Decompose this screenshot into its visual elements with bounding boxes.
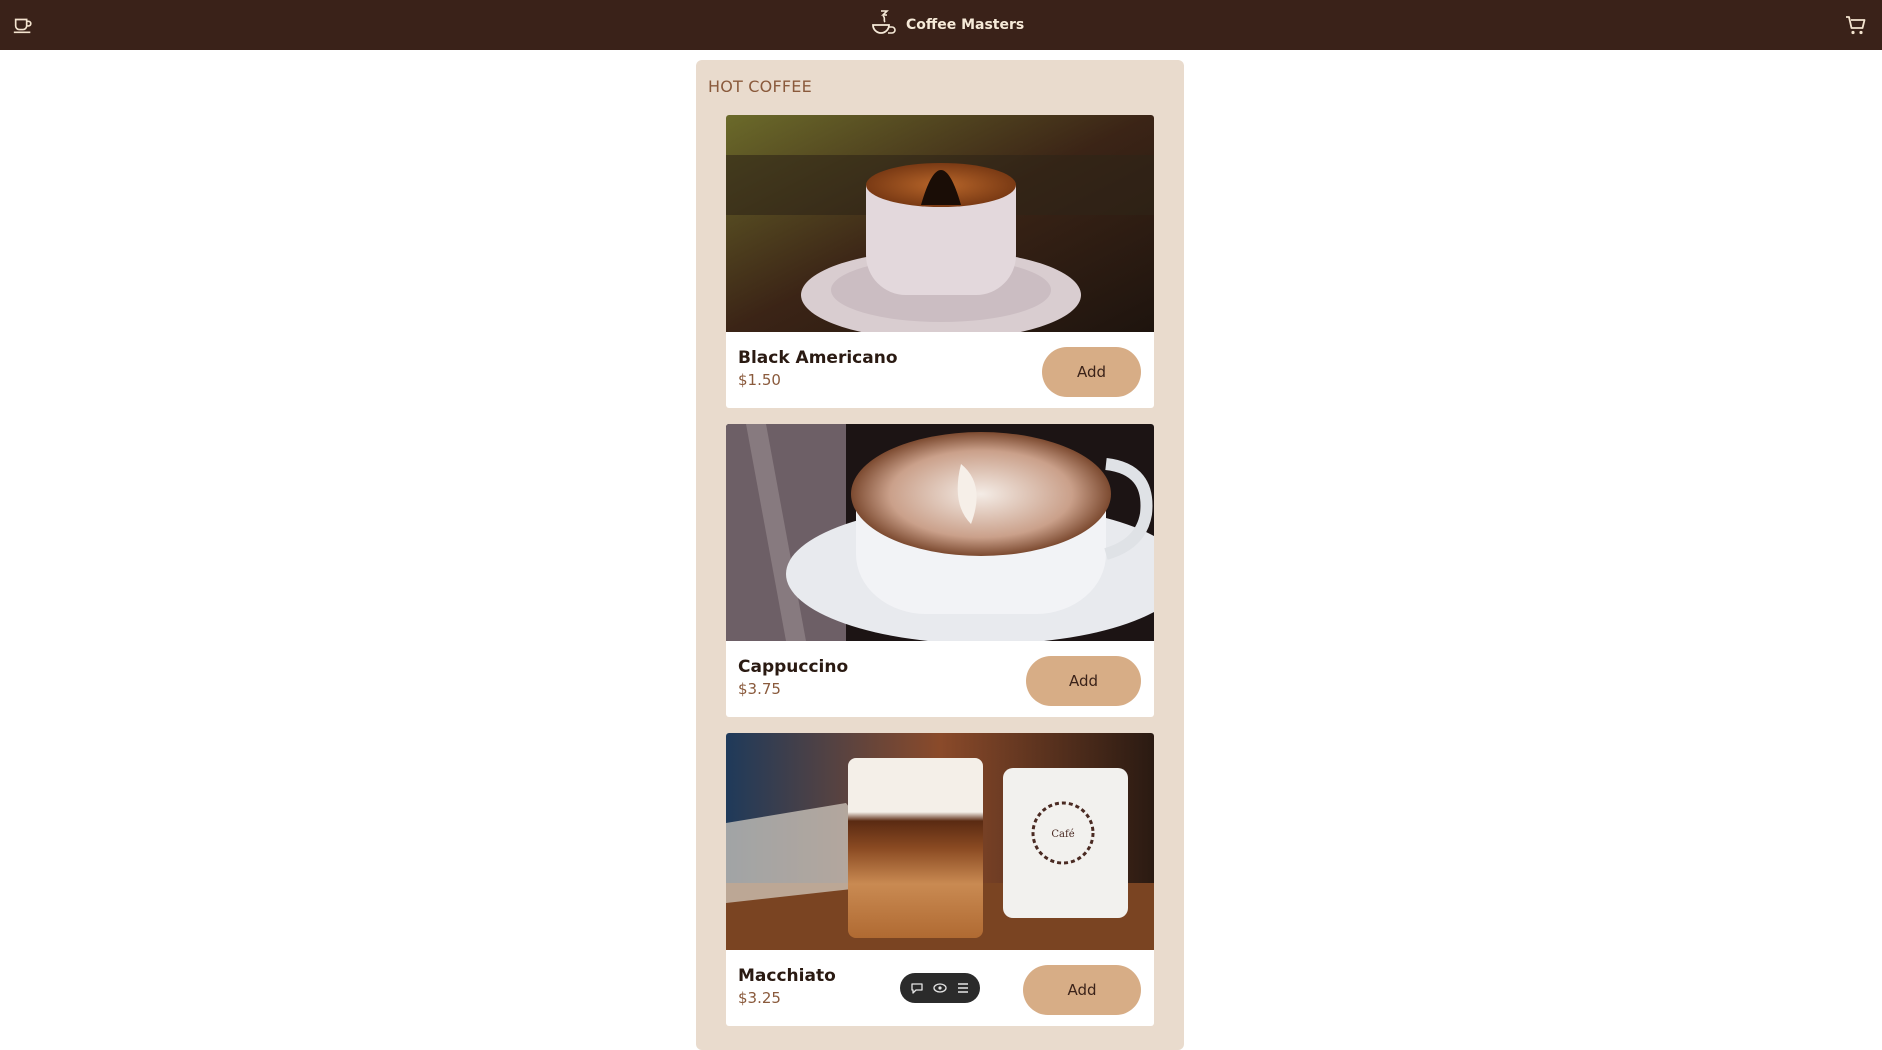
product-price: $1.50	[738, 371, 781, 389]
product-card: Cappuccino $3.75 Add	[726, 424, 1154, 717]
product-info: Cappuccino $3.75 Add	[726, 641, 1154, 717]
add-to-cart-button[interactable]: Add	[1026, 656, 1141, 706]
category-title: HOT COFFEE	[708, 77, 812, 96]
product-info: Black Americano $1.50 Add	[726, 332, 1154, 408]
product-name: Macchiato	[738, 966, 836, 986]
floating-toolbar	[900, 973, 980, 1003]
product-price: $3.75	[738, 680, 781, 698]
product-name: Cappuccino	[738, 657, 849, 677]
menu-icon[interactable]	[955, 980, 971, 996]
add-to-cart-button[interactable]: Add	[1023, 965, 1141, 1015]
category-panel: HOT COFFEE Black Americano $1.50 Add Cap…	[696, 60, 1184, 1050]
product-image	[726, 115, 1154, 332]
svg-text:Café: Café	[1051, 829, 1074, 840]
brand[interactable]: Coffee Masters	[870, 8, 1024, 42]
top-app-bar: Coffee Masters	[0, 0, 1882, 50]
eye-icon[interactable]	[932, 980, 948, 996]
add-to-cart-button[interactable]: Add	[1042, 347, 1141, 397]
product-price: $3.25	[738, 989, 781, 1007]
app-title: Coffee Masters	[906, 17, 1025, 33]
product-image: Café	[726, 733, 1154, 950]
product-name: Black Americano	[738, 348, 898, 368]
product-image	[726, 424, 1154, 641]
coffee-cup-icon[interactable]	[12, 14, 34, 36]
comment-icon[interactable]	[909, 980, 925, 996]
shopping-cart-icon[interactable]	[1844, 13, 1868, 37]
product-card: Black Americano $1.50 Add	[726, 115, 1154, 408]
coffee-logo-icon	[872, 10, 896, 34]
